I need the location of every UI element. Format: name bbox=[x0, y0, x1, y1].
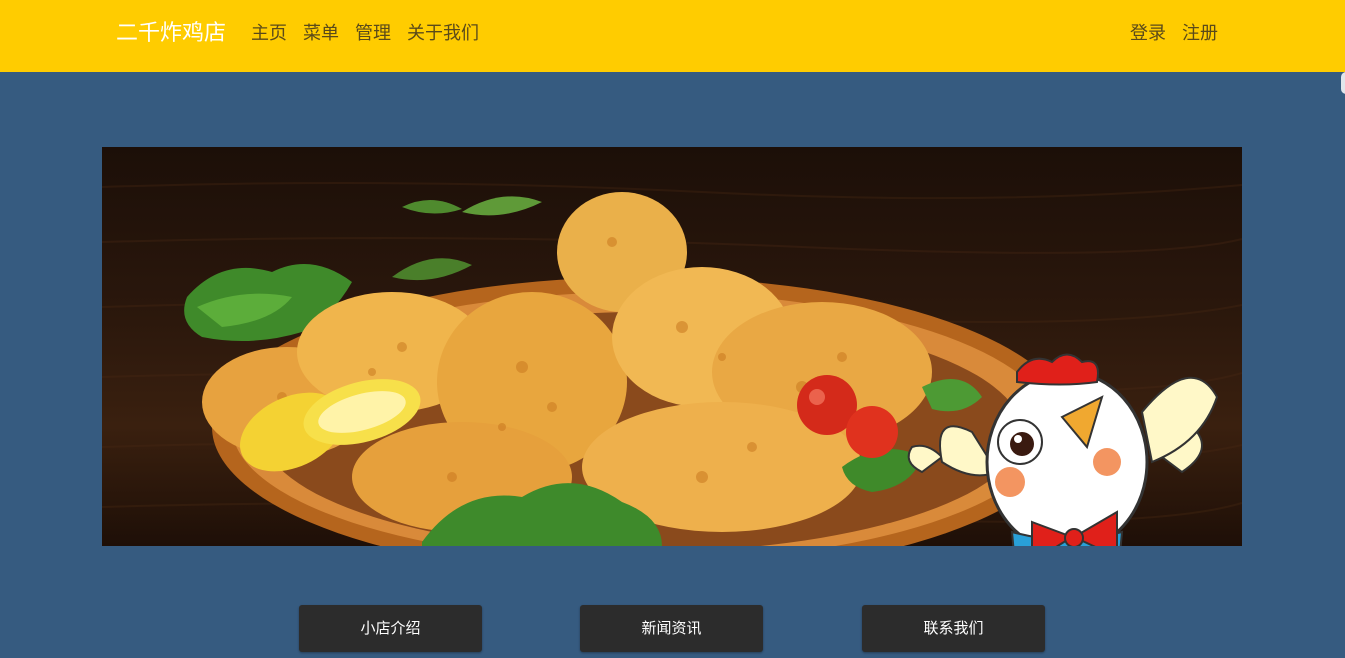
top-navbar: 二千炸鸡店 主页 菜单 管理 关于我们 登录 注册 bbox=[0, 0, 1345, 72]
nav-link-menu[interactable]: 菜单 bbox=[303, 21, 339, 47]
nav-link-login[interactable]: 登录 bbox=[1130, 21, 1166, 47]
brand-logo-text[interactable]: 二千炸鸡店 bbox=[116, 19, 226, 49]
nav-link-about[interactable]: 关于我们 bbox=[407, 21, 479, 47]
nav-link-home[interactable]: 主页 bbox=[251, 21, 287, 47]
contact-us-button[interactable]: 联系我们 bbox=[862, 605, 1045, 652]
side-scroll-handle[interactable] bbox=[1341, 72, 1345, 94]
fried-chicken-banner-image bbox=[102, 147, 1242, 546]
nav-link-register[interactable]: 注册 bbox=[1182, 21, 1218, 47]
nav-link-manage[interactable]: 管理 bbox=[355, 21, 391, 47]
news-button[interactable]: 新闻资讯 bbox=[580, 605, 763, 652]
shop-intro-button[interactable]: 小店介绍 bbox=[299, 605, 482, 652]
